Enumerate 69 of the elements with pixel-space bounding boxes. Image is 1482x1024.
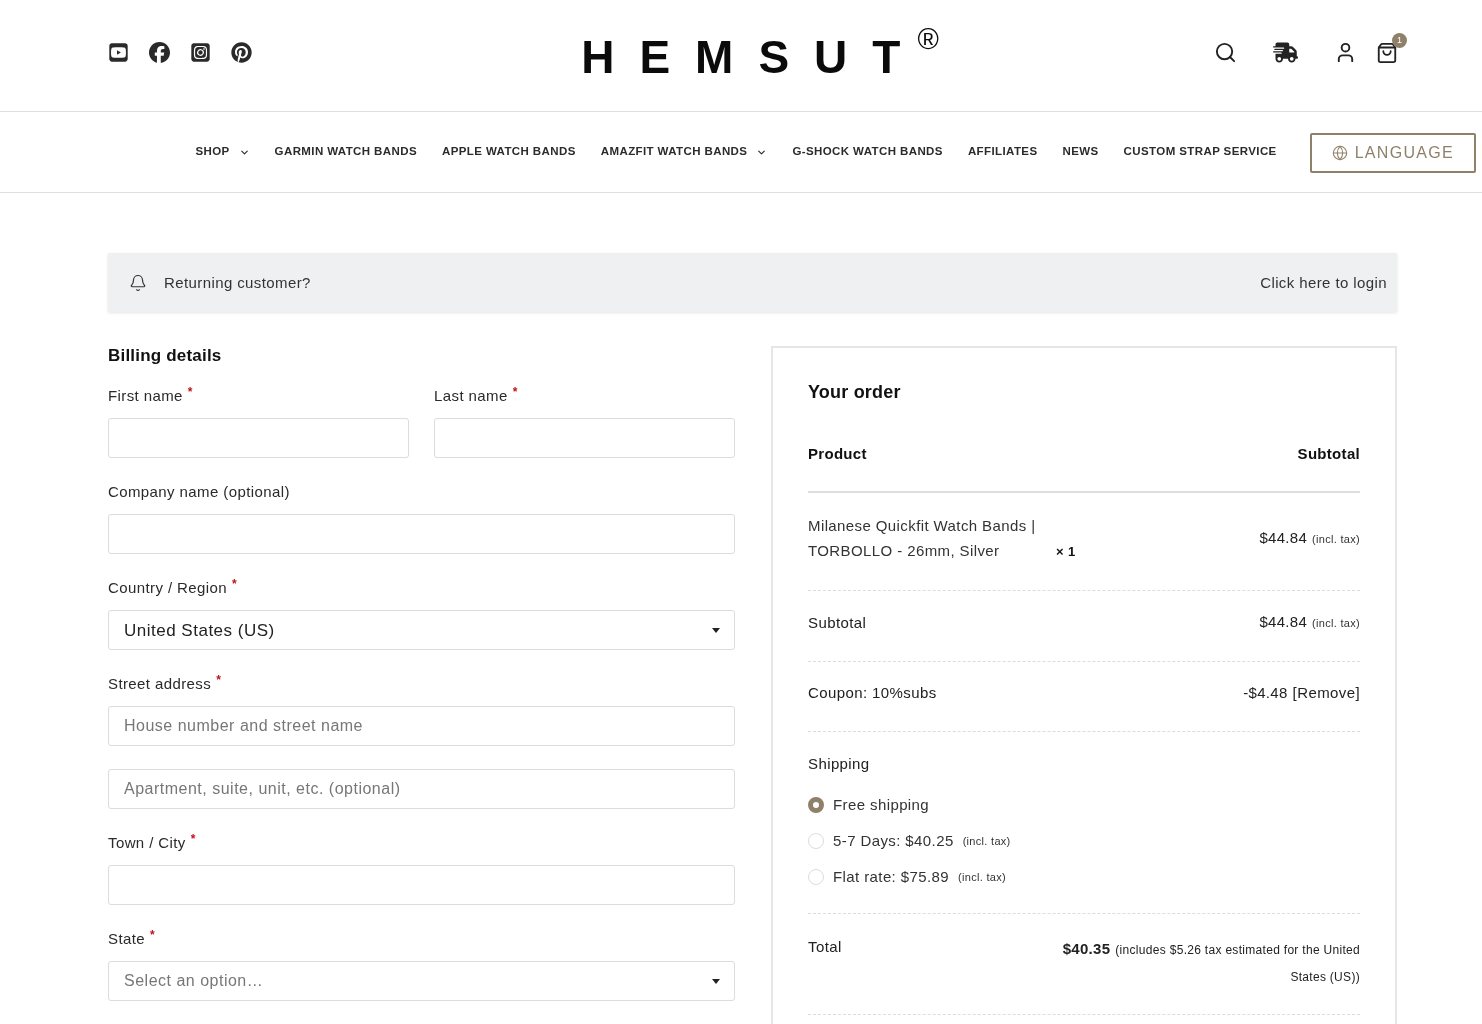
product-name: Milanese Quickfit Watch Bands | TORBOLLO - 26mm, Silver (808, 516, 1037, 561)
column-header: Product (808, 444, 867, 464)
tax-note: (incl. tax) (958, 870, 1006, 885)
quantity: × 1 (1056, 544, 1076, 559)
remove-coupon-link[interactable]: [Remove] (1292, 682, 1360, 704)
field-label: First name (108, 386, 183, 406)
text-input[interactable] (108, 418, 409, 458)
required-asterisk: * (231, 577, 237, 591)
select-field[interactable]: Select an option… (108, 961, 735, 1001)
order-heading: Your order (808, 381, 901, 403)
text-input[interactable] (108, 514, 735, 554)
select-field[interactable]: United States (US) (108, 610, 735, 650)
facebook-icon[interactable] (149, 42, 170, 63)
required-asterisk: * (512, 385, 518, 399)
price: $44.84 (1259, 528, 1308, 548)
radio-button[interactable] (808, 797, 824, 813)
total-amount: $40.35 (1062, 940, 1111, 957)
truck-icon[interactable] (1273, 40, 1298, 65)
caret-icon (712, 627, 720, 633)
nav-link[interactable]: G-SHOCK WATCH BANDS (792, 146, 943, 158)
globe-icon (1331, 145, 1348, 161)
field-label: Street address (108, 674, 212, 694)
pinterest-icon[interactable] (231, 42, 252, 63)
field-label: Town / City (108, 833, 186, 853)
nav-link[interactable]: AMAZFIT WATCH BANDS (600, 146, 768, 158)
text-input[interactable] (434, 418, 735, 458)
nav-link[interactable]: AFFILIATES (967, 146, 1038, 158)
shipping-option-label[interactable]: 5-7 Days: $40.25 (833, 829, 954, 853)
required-asterisk: * (150, 928, 155, 942)
field-label: Company name (optional) (108, 482, 290, 502)
bell-icon (129, 273, 147, 292)
required-asterisk: * (187, 385, 193, 399)
tax-note: (incl. tax) (962, 834, 1011, 849)
discount-amount: -$4.48 (1243, 683, 1288, 703)
shipping-label: Shipping (808, 754, 870, 774)
cart-count: 1 (1392, 32, 1407, 48)
total-label: Total (808, 937, 842, 957)
subtotal-amount: $44.84 (1259, 612, 1308, 632)
text-input[interactable]: Apartment, suite, unit, etc. (optional) (108, 769, 735, 809)
billing-heading: Billing details (108, 346, 222, 366)
instagram-icon[interactable] (190, 42, 211, 63)
notice-text: Returning customer? (164, 275, 311, 290)
column-header: Subtotal (1297, 444, 1360, 464)
login-link[interactable]: Click here to login (1260, 275, 1387, 290)
nav-link[interactable]: SHOP (195, 146, 250, 158)
required-asterisk: * (216, 673, 221, 687)
subtotal-label: Subtotal (808, 612, 867, 633)
text-input[interactable] (108, 865, 735, 905)
required-asterisk: * (190, 832, 196, 846)
tax-note: (includes $5.26 tax estimated for the United States (US)) (1115, 943, 1360, 984)
caret-icon (712, 978, 720, 984)
tax-note: (incl. tax) (1312, 616, 1360, 631)
registered-mark: ® (917, 24, 939, 54)
field-label: Last name (434, 386, 508, 406)
tax-note: (incl. tax) (1312, 532, 1360, 547)
language-button[interactable]: LANGUAGE (1309, 133, 1476, 173)
search-icon[interactable] (1214, 41, 1237, 64)
nav-link[interactable]: CUSTOM STRAP SERVICE (1123, 146, 1277, 158)
shipping-option-label[interactable]: Flat rate: $75.89 (833, 865, 950, 889)
field-label: State (108, 929, 146, 949)
shopping-bag-icon[interactable] (1376, 41, 1398, 64)
text-input[interactable]: House number and street name (108, 706, 735, 746)
nav-link[interactable]: NEWS (1062, 146, 1099, 158)
coupon-label: Coupon: 10%subs (808, 683, 937, 703)
shipping-option-label[interactable]: Free shipping (833, 793, 930, 817)
field-label: Country / Region (108, 578, 227, 598)
nav-link[interactable]: APPLE WATCH BANDS (442, 146, 576, 158)
nav-link[interactable]: GARMIN WATCH BANDS (274, 146, 417, 158)
youtube-icon[interactable] (108, 42, 129, 63)
